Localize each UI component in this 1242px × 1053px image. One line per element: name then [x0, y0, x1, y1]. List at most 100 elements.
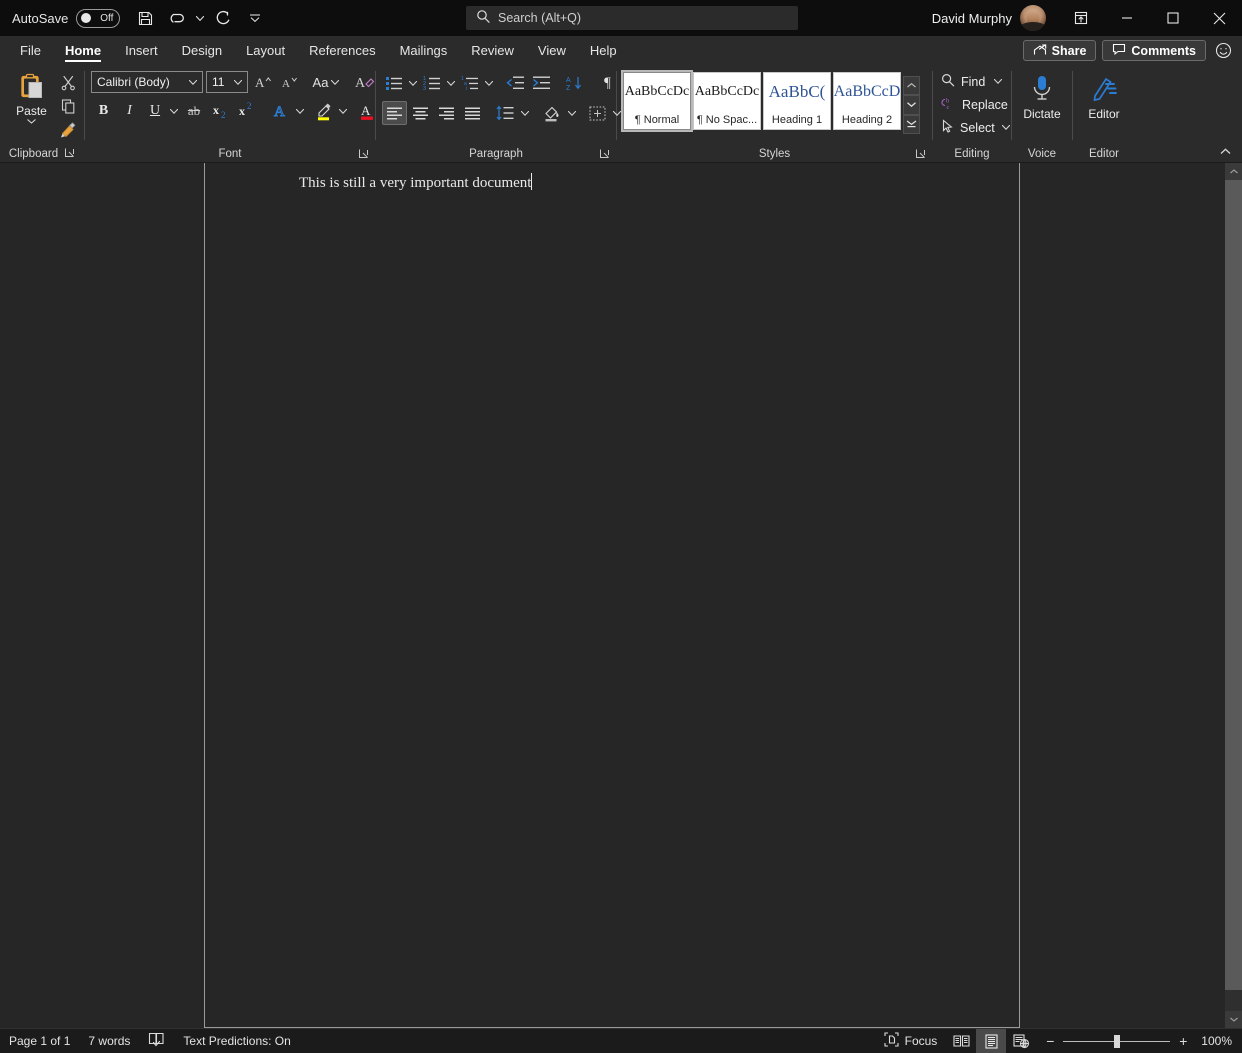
- page-info[interactable]: Page 1 of 1: [0, 1029, 79, 1053]
- bullets-button[interactable]: [382, 71, 406, 95]
- text-effects-chevron-down-icon[interactable]: [294, 99, 306, 123]
- justify-button[interactable]: [460, 101, 485, 125]
- scrollbar-track[interactable]: [1225, 180, 1242, 1011]
- text-predictions-status[interactable]: Text Predictions: On: [174, 1029, 299, 1053]
- tab-home[interactable]: Home: [53, 36, 113, 65]
- word-count[interactable]: 7 words: [79, 1029, 139, 1053]
- share-button[interactable]: Share: [1022, 40, 1097, 61]
- font-name-chevron-down-icon[interactable]: [186, 79, 200, 85]
- numbering-chevron-down-icon[interactable]: [445, 71, 457, 95]
- styles-dialog-launcher-icon[interactable]: [915, 148, 926, 162]
- style-card-heading-2[interactable]: AaBbCcD Heading 2: [833, 72, 901, 130]
- align-center-button[interactable]: [408, 101, 433, 125]
- read-mode-button[interactable]: [946, 1029, 976, 1053]
- print-layout-button[interactable]: [976, 1028, 1007, 1053]
- align-left-button[interactable]: [382, 101, 407, 125]
- vertical-scrollbar[interactable]: [1225, 163, 1242, 1028]
- select-button[interactable]: Select: [939, 116, 1016, 139]
- highlight-chevron-down-icon[interactable]: [337, 99, 349, 123]
- subscript-button[interactable]: x 2: [208, 99, 233, 123]
- increase-indent-button[interactable]: [529, 71, 554, 95]
- bold-button[interactable]: B: [91, 99, 116, 123]
- undo-dropdown-chevron-down-icon[interactable]: [194, 6, 206, 30]
- styles-scroll-down-button[interactable]: [903, 95, 920, 115]
- autosave-control[interactable]: AutoSave Off: [12, 8, 121, 28]
- numbering-button[interactable]: 1 2 3: [420, 71, 444, 95]
- underline-chevron-down-icon[interactable]: [168, 99, 180, 123]
- shading-button[interactable]: [539, 101, 565, 125]
- shrink-font-button[interactable]: A: [278, 70, 302, 94]
- scroll-up-button[interactable]: [1225, 163, 1242, 180]
- zoom-out-button[interactable]: −: [1044, 1033, 1056, 1049]
- grow-font-button[interactable]: A: [251, 70, 275, 94]
- find-button[interactable]: Find: [939, 70, 1008, 93]
- styles-scroll-up-button[interactable]: [903, 76, 920, 96]
- editor-button[interactable]: Editor: [1079, 68, 1129, 142]
- search-input[interactable]: [498, 11, 788, 25]
- tab-design[interactable]: Design: [170, 36, 234, 65]
- autosave-toggle[interactable]: Off: [76, 8, 121, 28]
- font-dialog-launcher-icon[interactable]: [358, 148, 369, 162]
- italic-button[interactable]: I: [117, 99, 142, 123]
- search-box[interactable]: [466, 6, 798, 30]
- bullets-chevron-down-icon[interactable]: [407, 71, 419, 95]
- customize-qat-button[interactable]: [240, 4, 270, 32]
- tab-help[interactable]: Help: [578, 36, 629, 65]
- text-effects-button[interactable]: A: [268, 99, 293, 123]
- superscript-button[interactable]: x 2: [234, 99, 259, 123]
- collapse-ribbon-button[interactable]: [1214, 142, 1236, 160]
- close-button[interactable]: [1196, 0, 1242, 36]
- zoom-level-label[interactable]: 100%: [1197, 1034, 1242, 1048]
- comments-button[interactable]: Comments: [1102, 40, 1206, 61]
- highlight-color-button[interactable]: [311, 99, 336, 123]
- line-spacing-chevron-down-icon[interactable]: [519, 101, 531, 125]
- replace-button[interactable]: b c Replace: [939, 93, 1014, 116]
- style-card-no-spacing[interactable]: AaBbCcDc ¶ No Spac...: [693, 72, 761, 130]
- tab-file[interactable]: File: [8, 36, 53, 65]
- font-size-combo[interactable]: 11: [206, 71, 248, 93]
- multilevel-chevron-down-icon[interactable]: [483, 71, 495, 95]
- underline-button[interactable]: U: [143, 99, 167, 123]
- tab-view[interactable]: View: [526, 36, 578, 65]
- font-size-chevron-down-icon[interactable]: [231, 79, 245, 85]
- copy-button[interactable]: [56, 94, 80, 118]
- tab-mailings[interactable]: Mailings: [388, 36, 460, 65]
- zoom-in-button[interactable]: +: [1177, 1033, 1189, 1049]
- cut-button[interactable]: [56, 70, 80, 94]
- format-painter-button[interactable]: [56, 118, 80, 142]
- web-layout-button[interactable]: [1006, 1029, 1036, 1053]
- undo-button[interactable]: [162, 4, 192, 32]
- decrease-indent-button[interactable]: [503, 71, 528, 95]
- zoom-slider-thumb[interactable]: [1113, 1034, 1120, 1048]
- align-right-button[interactable]: [434, 101, 459, 125]
- style-card-normal[interactable]: AaBbCcDc ¶ Normal: [621, 70, 693, 132]
- proofing-status-button[interactable]: [139, 1029, 174, 1053]
- document-body-text[interactable]: This is still a very important document: [299, 173, 533, 192]
- redo-button[interactable]: [208, 4, 238, 32]
- styles-more-button[interactable]: [903, 114, 920, 134]
- minimize-button[interactable]: [1104, 0, 1150, 36]
- scrollbar-thumb[interactable]: [1225, 180, 1242, 990]
- focus-mode-button[interactable]: Focus: [875, 1029, 947, 1053]
- sort-button[interactable]: A Z: [562, 71, 587, 95]
- tab-references[interactable]: References: [297, 36, 387, 65]
- style-card-heading-1[interactable]: AaBbC( Heading 1: [763, 72, 831, 130]
- font-name-combo[interactable]: Calibri (Body): [91, 71, 203, 93]
- line-spacing-button[interactable]: [493, 101, 518, 125]
- borders-button[interactable]: [584, 101, 610, 125]
- scroll-down-button[interactable]: [1225, 1011, 1242, 1028]
- tab-review[interactable]: Review: [459, 36, 526, 65]
- multilevel-list-button[interactable]: 1 a i: [458, 71, 482, 95]
- feedback-smiley-icon[interactable]: [1212, 40, 1234, 62]
- avatar[interactable]: [1020, 5, 1046, 31]
- paragraph-dialog-launcher-icon[interactable]: [599, 148, 610, 162]
- tab-layout[interactable]: Layout: [234, 36, 297, 65]
- ribbon-display-options-button[interactable]: [1058, 0, 1104, 36]
- dictate-button[interactable]: Dictate: [1017, 68, 1067, 142]
- clipboard-dialog-launcher-icon[interactable]: [64, 147, 75, 161]
- document-page[interactable]: This is still a very important document: [204, 163, 1020, 1028]
- save-button[interactable]: [130, 4, 160, 32]
- maximize-button[interactable]: [1150, 0, 1196, 36]
- clear-formatting-button[interactable]: A: [352, 70, 378, 94]
- shading-chevron-down-icon[interactable]: [566, 101, 578, 125]
